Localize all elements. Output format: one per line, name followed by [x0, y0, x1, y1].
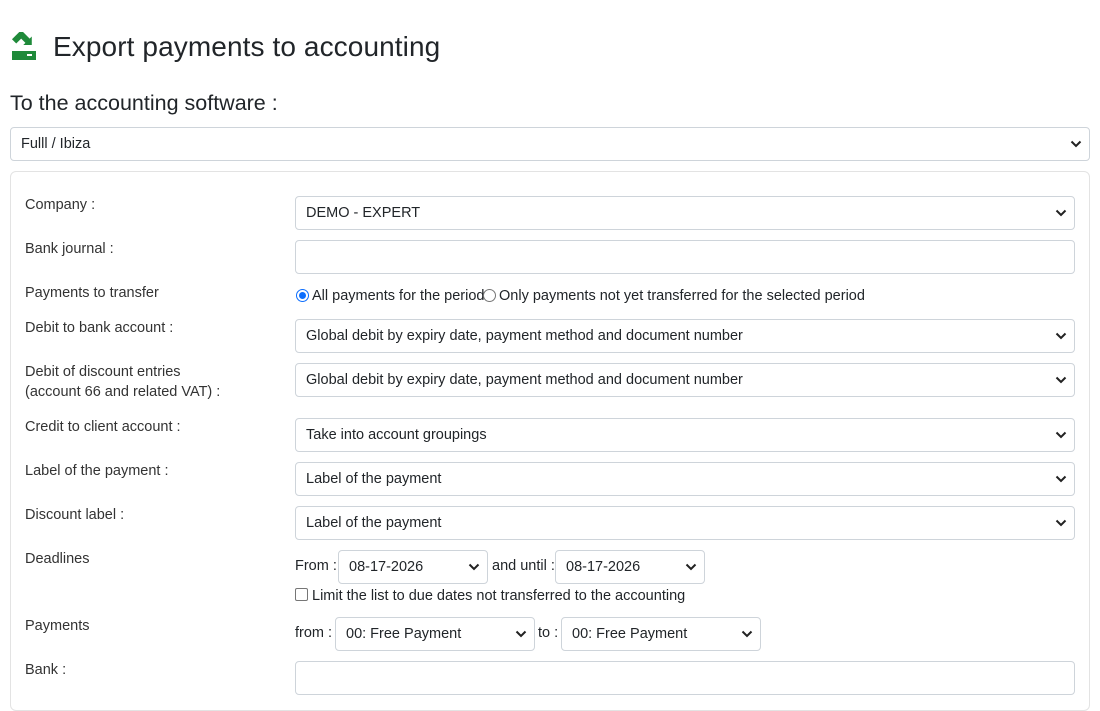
- payment-method-to-select[interactable]: 00: Free Payment: [561, 617, 761, 651]
- not-transferred-radio[interactable]: [483, 289, 496, 302]
- payment-method-from-value: 00: Free Payment: [346, 626, 462, 642]
- chevron-down-icon: [1055, 519, 1067, 527]
- discount-label-label: Discount label :: [25, 507, 125, 523]
- deadline-until-value: 08-17-2026: [566, 559, 641, 575]
- company-value: DEMO - EXPERT: [306, 205, 421, 221]
- bank-label: Bank :: [25, 662, 67, 678]
- debit-discount-label-line2: (account 66 and related VAT) :: [25, 384, 221, 400]
- debit-discount-value: Global debit by expiry date, payment met…: [306, 372, 743, 388]
- deadlines-label: Deadlines: [25, 551, 90, 567]
- payments-to-transfer-label: Payments to transfer: [25, 285, 159, 301]
- discount-label-value: Label of the payment: [306, 515, 442, 531]
- payments-from-label: from :: [295, 625, 333, 641]
- debit-bank-select[interactable]: Global debit by expiry date, payment met…: [295, 319, 1075, 353]
- chevron-down-icon: [1055, 376, 1067, 384]
- bank-journal-label: Bank journal :: [25, 241, 114, 257]
- chevron-down-icon: [685, 563, 697, 571]
- credit-client-select[interactable]: Take into account groupings: [295, 418, 1075, 452]
- discount-label-select[interactable]: Label of the payment: [295, 506, 1075, 540]
- not-transferred-radio-label[interactable]: Only payments not yet transferred for th…: [499, 286, 865, 306]
- accounting-software-select[interactable]: Fulll / Ibiza: [10, 127, 1090, 161]
- payment-label-select[interactable]: Label of the payment: [295, 462, 1075, 496]
- debit-bank-label: Debit to bank account :: [25, 320, 174, 336]
- debit-discount-select[interactable]: Global debit by expiry date, payment met…: [295, 363, 1075, 397]
- payments-label: Payments: [25, 618, 90, 634]
- chevron-down-icon: [515, 630, 527, 638]
- deadlines-from-label: From :: [295, 558, 337, 574]
- page-title: Export payments to accounting: [53, 31, 441, 62]
- limit-due-dates-label[interactable]: Limit the list to due dates not transfer…: [312, 586, 685, 606]
- payment-method-to-value: 00: Free Payment: [572, 626, 688, 642]
- chevron-down-icon: [1055, 431, 1067, 439]
- credit-client-label: Credit to client account :: [25, 419, 181, 435]
- chevron-down-icon: [1070, 140, 1082, 148]
- export-to-accounting-icon: [10, 30, 38, 62]
- chevron-down-icon: [1055, 209, 1067, 217]
- all-payments-radio[interactable]: [296, 289, 309, 302]
- section-title: To the accounting software :: [10, 91, 278, 115]
- debit-bank-value: Global debit by expiry date, payment met…: [306, 328, 743, 344]
- chevron-down-icon: [741, 630, 753, 638]
- page-header: Export payments to accounting: [10, 27, 440, 67]
- company-select[interactable]: DEMO - EXPERT: [295, 196, 1075, 230]
- chevron-down-icon: [468, 563, 480, 571]
- bank-journal-input[interactable]: [295, 240, 1075, 274]
- deadlines-until-label: and until :: [492, 558, 555, 574]
- payment-label-label: Label of the payment :: [25, 463, 169, 479]
- payment-method-from-select[interactable]: 00: Free Payment: [335, 617, 535, 651]
- deadline-from-select[interactable]: 08-17-2026: [338, 550, 488, 584]
- accounting-software-value: Fulll / Ibiza: [21, 136, 91, 152]
- deadline-from-value: 08-17-2026: [349, 559, 424, 575]
- chevron-down-icon: [1055, 332, 1067, 340]
- chevron-down-icon: [1055, 475, 1067, 483]
- limit-due-dates-checkbox[interactable]: [295, 588, 308, 601]
- payments-to-label: to :: [538, 625, 559, 641]
- debit-discount-label-line1: Debit of discount entries: [25, 364, 181, 380]
- deadline-until-select[interactable]: 08-17-2026: [555, 550, 705, 584]
- all-payments-radio-label[interactable]: All payments for the period: [312, 286, 484, 306]
- credit-client-value: Take into account groupings: [306, 427, 487, 443]
- payment-label-value: Label of the payment: [306, 471, 442, 487]
- company-label: Company :: [25, 197, 96, 213]
